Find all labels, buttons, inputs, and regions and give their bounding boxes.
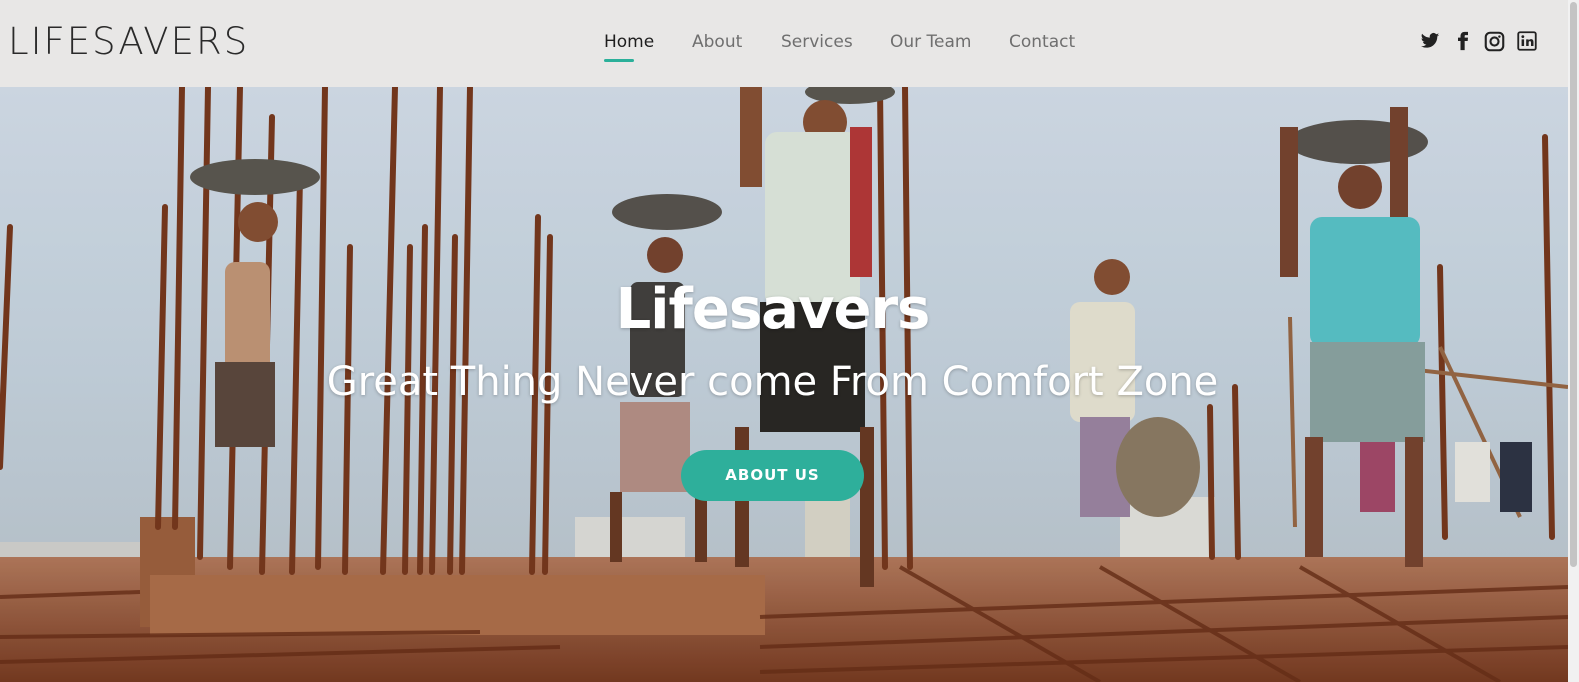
- nav-item-about[interactable]: About: [692, 30, 742, 54]
- hero-title: Lifesavers: [615, 277, 931, 342]
- nav-item-label: Contact: [1009, 32, 1076, 52]
- about-us-button[interactable]: ABOUT US: [681, 450, 864, 501]
- vertical-scrollbar[interactable]: [1568, 0, 1579, 682]
- nav-item-label: Home: [604, 32, 655, 52]
- site-header: LIFESAVERS Home About Services Our Team …: [0, 0, 1568, 87]
- nav-item-home[interactable]: Home: [604, 30, 655, 62]
- nav-item-contact[interactable]: Contact: [1009, 30, 1075, 54]
- linkedin-icon[interactable]: [1517, 31, 1537, 51]
- hero-section: Lifesavers Great Thing Never come From C…: [0, 87, 1568, 682]
- site-logo[interactable]: LIFESAVERS: [8, 20, 249, 64]
- twitter-icon[interactable]: [1420, 31, 1440, 51]
- instagram-icon[interactable]: [1484, 31, 1505, 52]
- hero-subtitle: Great Thing Never come From Comfort Zone: [326, 359, 1219, 405]
- nav-item-our-team[interactable]: Our Team: [890, 30, 971, 54]
- nav-item-label: Our Team: [890, 32, 972, 52]
- scrollbar-thumb[interactable]: [1570, 2, 1577, 567]
- nav-item-label: About: [692, 32, 743, 52]
- facebook-icon[interactable]: [1453, 31, 1473, 51]
- nav-item-services[interactable]: Services: [781, 30, 853, 54]
- nav-item-label: Services: [781, 32, 853, 52]
- page: LIFESAVERS Home About Services Our Team …: [0, 0, 1579, 682]
- active-nav-indicator: [604, 59, 634, 62]
